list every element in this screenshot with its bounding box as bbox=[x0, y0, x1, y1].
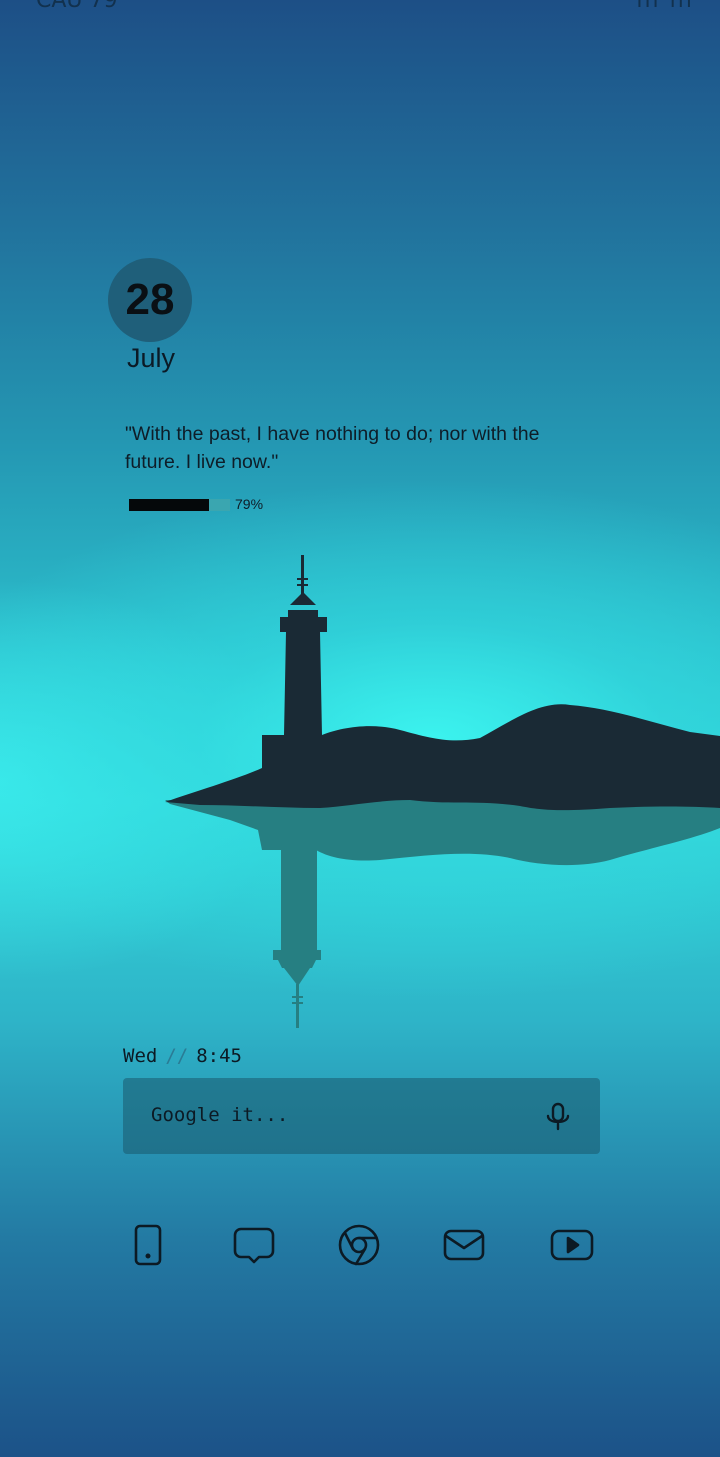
date-badge[interactable]: 28 bbox=[108, 258, 192, 342]
app-dock bbox=[0, 1222, 720, 1270]
mic-icon[interactable] bbox=[544, 1102, 572, 1132]
progress-fill bbox=[129, 499, 209, 511]
clock-separator: // bbox=[165, 1045, 189, 1067]
quote-text: "With the past, I have nothing to do; no… bbox=[125, 423, 540, 473]
lighthouse-island bbox=[165, 555, 720, 811]
status-bar-left: CAU 79 bbox=[36, 0, 118, 13]
date-day: 28 bbox=[125, 275, 175, 324]
phone-icon[interactable] bbox=[125, 1222, 171, 1268]
reflection bbox=[165, 800, 720, 1028]
progress-bar bbox=[129, 499, 230, 511]
clock-day: Wed bbox=[123, 1045, 158, 1067]
search-bar[interactable]: Google it... bbox=[123, 1078, 600, 1154]
progress-label: 79% bbox=[235, 496, 264, 512]
youtube-icon[interactable] bbox=[549, 1222, 595, 1268]
search-placeholder: Google it... bbox=[151, 1104, 289, 1126]
date-month: July bbox=[127, 343, 176, 373]
chrome-icon[interactable] bbox=[336, 1222, 382, 1268]
mail-icon[interactable] bbox=[441, 1222, 487, 1268]
messages-icon[interactable] bbox=[231, 1222, 277, 1268]
status-bar-right: lll lll bbox=[636, 0, 694, 13]
clock-time: 8:45 bbox=[196, 1045, 242, 1067]
wallpaper-lighthouse-scene bbox=[165, 555, 720, 1028]
clock-widget[interactable]: Wed // 8:45 bbox=[123, 1045, 242, 1067]
